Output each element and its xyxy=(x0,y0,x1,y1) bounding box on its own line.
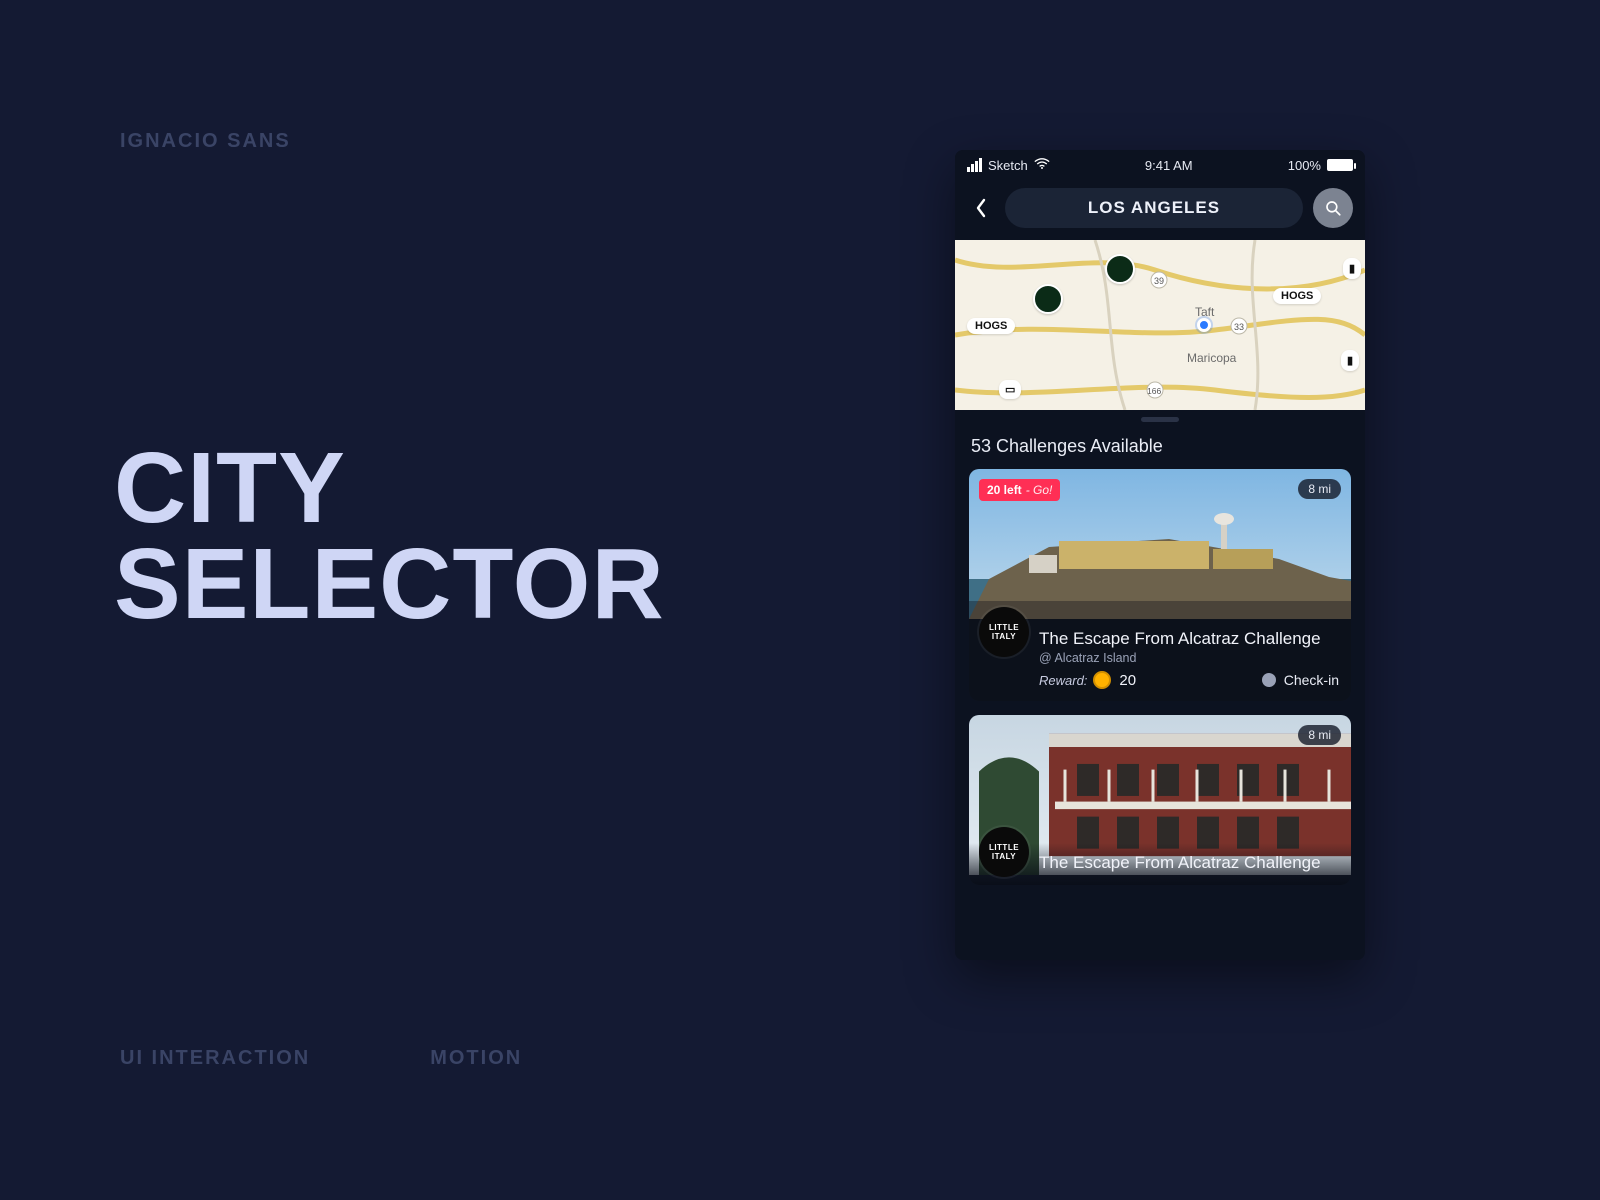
city-selector[interactable]: LOS ANGELES xyxy=(1005,188,1303,228)
checkin-dot-icon xyxy=(1262,673,1276,687)
map-pin-barbera-2[interactable]: ▮ xyxy=(1341,350,1359,371)
author-label: IGNACIO SANS xyxy=(120,130,291,153)
brand-avatar-2: LITTLE ITALY xyxy=(979,827,1029,877)
signal-bars-icon xyxy=(967,158,982,172)
tag-motion: MOTION xyxy=(430,1047,522,1070)
phone-mock: Sketch 9:41 AM 100% LOS ANGELES xyxy=(955,150,1365,960)
tag-ui-interaction: UI INTERACTION xyxy=(120,1047,310,1070)
badge-count: 20 left xyxy=(987,483,1022,497)
checkin-label: Check-in xyxy=(1284,672,1339,688)
challenge-card-2[interactable]: 8 mi LITTLE ITALY The Escape From Alcatr… xyxy=(969,715,1351,885)
badge-go: - Go! xyxy=(1026,483,1053,497)
page-title: CITY SELECTOR xyxy=(114,440,665,632)
search-button[interactable] xyxy=(1313,188,1353,228)
challenges-count: 53 Challenges Available xyxy=(955,428,1365,469)
user-location-dot xyxy=(1197,318,1211,332)
coin-icon xyxy=(1093,671,1111,689)
tags-row: UI INTERACTION MOTION xyxy=(120,1047,522,1070)
distance-badge: 8 mi xyxy=(1298,479,1341,499)
distance-badge-2: 8 mi xyxy=(1298,725,1341,745)
map-view[interactable]: Taft Maricopa 33 166 39 HOGS HOGS ▮ ▮ ▭ xyxy=(955,240,1365,410)
card-title-2: The Escape From Alcatraz Challenge xyxy=(1039,853,1339,873)
map-pin-generic-1[interactable]: ▭ xyxy=(999,380,1021,399)
badge-left: 20 left - Go! xyxy=(979,479,1060,501)
svg-text:39: 39 xyxy=(1154,276,1164,286)
map-pin-hogs-2[interactable]: HOGS xyxy=(1273,288,1321,304)
challenge-list[interactable]: 20 left - Go! 8 mi LITTLE ITALY The Esca… xyxy=(955,469,1365,885)
challenge-card-1[interactable]: 20 left - Go! 8 mi LITTLE ITALY The Esca… xyxy=(969,469,1351,701)
nav-bar: LOS ANGELES xyxy=(955,180,1365,240)
sheet-drag-handle[interactable] xyxy=(955,410,1365,428)
battery-percent: 100% xyxy=(1288,158,1321,173)
card-subtitle: @ Alcatraz Island xyxy=(1039,651,1339,665)
card-title: The Escape From Alcatraz Challenge xyxy=(1039,629,1339,649)
title-line-1: CITY xyxy=(114,440,665,536)
svg-text:Maricopa: Maricopa xyxy=(1187,351,1237,365)
map-pin-barbera[interactable]: ▮ xyxy=(1343,258,1361,279)
svg-text:33: 33 xyxy=(1234,322,1244,332)
map-pin-round-1[interactable] xyxy=(1033,284,1063,314)
carrier-label: Sketch xyxy=(988,158,1028,173)
brand-avatar: LITTLE ITALY xyxy=(979,607,1029,657)
status-time: 9:41 AM xyxy=(1145,158,1193,173)
map-pin-hogs-1[interactable]: HOGS xyxy=(967,318,1015,334)
map-pin-round-2[interactable] xyxy=(1105,254,1135,284)
status-bar: Sketch 9:41 AM 100% xyxy=(955,150,1365,180)
battery-icon xyxy=(1327,159,1353,171)
reward-value: 20 xyxy=(1119,672,1136,689)
wifi-icon xyxy=(1034,158,1050,173)
title-line-2: SELECTOR xyxy=(114,536,665,632)
checkin-button[interactable]: Check-in xyxy=(1262,672,1339,688)
svg-text:Taft: Taft xyxy=(1195,305,1215,319)
reward-label: Reward: xyxy=(1039,673,1087,688)
svg-text:166: 166 xyxy=(1147,386,1161,396)
back-button[interactable] xyxy=(967,190,995,226)
reward-block: Reward: 20 xyxy=(1039,671,1136,689)
